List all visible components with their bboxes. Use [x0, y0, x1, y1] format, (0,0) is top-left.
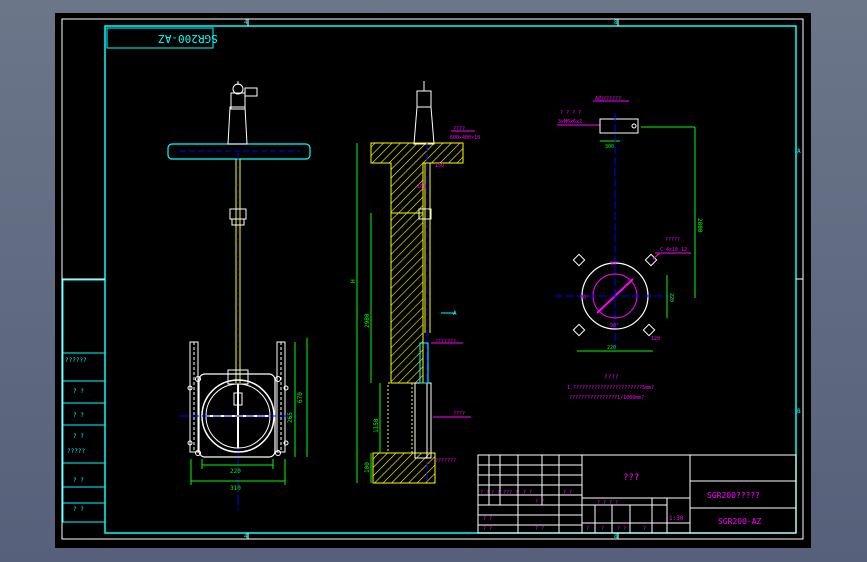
front-dim-inner: 220 — [230, 468, 241, 475]
section-label-small2: 160 — [417, 184, 426, 190]
detail-angle-1: 90° — [610, 261, 619, 267]
grid-mark-bottom-b: 8 — [614, 533, 618, 540]
notes-block: ???? 1.???????????????????????5mm? ?????… — [567, 374, 654, 401]
detail-label-c: ????? — [665, 237, 680, 243]
notes-line-1: 1.???????????????????????5mm? — [567, 385, 654, 391]
section-label-mid: ??????? — [435, 339, 456, 345]
title-block: ??? SGR200????? SGR200-AZ ? ? ? ? 1:30 ?… — [477, 454, 797, 534]
title-block-row-3: ? ? — [523, 490, 532, 496]
detail-dim-side: 120 — [651, 336, 660, 342]
left-panel-label-0: ?????? — [65, 357, 87, 364]
left-panel-label-6: ? ? — [73, 506, 84, 513]
title-block-sheet-1: ? — [601, 526, 604, 532]
title-block-sheet-3: ? — [643, 526, 646, 532]
front-dim-side: 265 — [287, 412, 294, 423]
title-block-row-2: ??? ? — [503, 490, 518, 496]
grid-mark-right-a: A — [797, 148, 801, 155]
left-panel-label-2: ? ? — [73, 412, 84, 419]
notes-title: ???? — [604, 374, 619, 381]
section-label-1150: 1150 — [373, 418, 380, 433]
title-block-row-7: ? ? — [535, 499, 544, 505]
left-panel-label-1: ? ? — [73, 388, 84, 395]
stamp-text-mirrored: SGR200-AZ — [158, 32, 218, 45]
detail-angle-2: 90° — [580, 295, 589, 301]
left-panel-label-5: ? ? — [73, 477, 84, 484]
drawing-canvas: 4 8 4 8 A B SGR200-AZ ?????? ? ? ? ? ? ?… — [61, 18, 804, 540]
section-label-top2: 600×400×10 — [450, 135, 480, 141]
section-label-low: ???? — [453, 411, 465, 417]
notes-line-2: ????????????????1/1000mm? — [569, 395, 644, 401]
detail-label-d: C 4x10 12 — [660, 247, 687, 253]
grid-mark-top-a: 4 — [244, 19, 248, 26]
left-panel: ?????? ? ? ? ? ? ? ????? ? ? ? ? — [62, 279, 106, 523]
title-block-code: SGR200-AZ — [718, 517, 762, 526]
section-label-arrow: A — [453, 310, 457, 317]
front-dim-height: 670 — [297, 392, 304, 403]
title-block-sheet-2: ? ? — [617, 526, 626, 532]
title-block-row-0: ? ? — [480, 490, 489, 496]
section-label-small: 150 — [435, 163, 444, 169]
title-block-sheet-0: ? — [586, 526, 589, 532]
section-label-h: H — [350, 279, 357, 283]
section-label-100: 100 — [364, 462, 371, 473]
section-view: H 2980 1150 100 ???? 600×400×10 150 160 … — [350, 81, 480, 484]
title-block-row-4: ? ? — [563, 490, 572, 496]
grid-mark-bottom-a: 4 — [244, 533, 248, 540]
stamp-box: SGR200-AZ — [106, 27, 218, 49]
title-block-row-8: ? ? — [535, 526, 544, 532]
detail-dim-bottom: 220 — [607, 345, 616, 351]
grid-mark-top-b: 8 — [614, 19, 618, 26]
detail-angle-3: 90° — [610, 323, 619, 329]
detail-view: A向?????? ? ? ? ? 3xM6x6x2 300 2800 90° 9… — [555, 95, 703, 353]
detail-label-b: 3xM6x6x2 — [558, 119, 582, 125]
title-block-row-1: ? ? — [491, 490, 500, 496]
left-panel-label-3: ? ? — [73, 433, 84, 440]
section-label-base: ??????? — [435, 458, 456, 464]
title-block-row-5: ? ? — [483, 516, 492, 522]
title-block-scale-value: 1:30 — [669, 515, 684, 522]
detail-dim-r: 220 — [668, 293, 674, 302]
detail-dim-top: 300 — [605, 144, 614, 150]
cad-drawing-viewport[interactable]: 4 8 4 8 A B SGR200-AZ ?????? ? ? ? ? ? ?… — [55, 13, 811, 548]
title-block-scale-label: ? ? ? ? — [597, 500, 618, 506]
detail-label-a: ? ? ? ? — [560, 110, 581, 116]
title-block-row-6: ? ? — [483, 526, 492, 532]
detail-dim-long: 2800 — [696, 218, 703, 233]
front-dim-outer: 310 — [230, 485, 241, 492]
grid-mark-right-b: B — [797, 408, 801, 415]
front-view: 220 310 670 265 — [167, 81, 311, 513]
section-label-2980: 2980 — [364, 313, 371, 328]
left-panel-label-4: ????? — [67, 448, 85, 455]
title-block-center: ??? — [623, 473, 639, 483]
title-block-name: SGR200????? — [707, 491, 760, 500]
